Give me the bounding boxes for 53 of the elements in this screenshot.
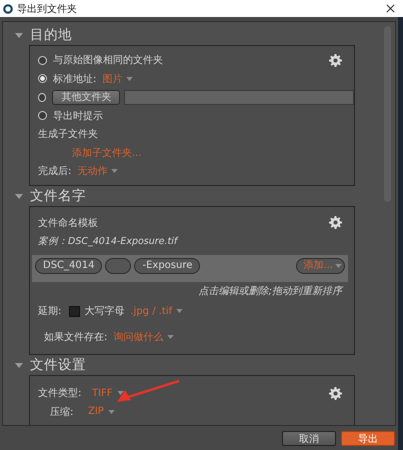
uppercase-label: 大写字母: [84, 304, 124, 318]
radio-button[interactable]: [38, 74, 47, 84]
app-icon: [3, 4, 13, 14]
caret-icon: [335, 264, 342, 268]
compression-label: 压缩:: [50, 406, 74, 419]
settings-icon[interactable]: [329, 387, 342, 400]
close-icon[interactable]: [386, 4, 395, 13]
name-token[interactable]: DSC_4014: [35, 258, 102, 274]
option-label: 与原始图像相同的文件夹: [53, 54, 163, 68]
caret-icon: [176, 309, 184, 314]
caret-icon: [167, 335, 174, 340]
add-subfolder-link[interactable]: 添加子文件夹...: [72, 146, 142, 160]
file-type-dropdown[interactable]: TIFF: [92, 388, 113, 399]
collapse-icon[interactable]: [15, 31, 23, 39]
compression-dropdown[interactable]: ZIP: [88, 406, 104, 418]
name-token[interactable]: [105, 258, 132, 274]
export-button[interactable]: 导出: [341, 430, 395, 446]
caret-icon: [116, 391, 124, 396]
exists-dropdown[interactable]: 询问做什么: [113, 330, 164, 344]
section-title: 文件名字: [30, 187, 86, 205]
example-text: 案例：DSC_4014-Exposure.tif: [38, 235, 178, 248]
section-title: 目的地: [30, 26, 72, 44]
caret-icon: [108, 410, 115, 414]
checkbox[interactable]: [69, 306, 80, 317]
radio-button[interactable]: [38, 56, 47, 65]
radio-button[interactable]: [38, 111, 47, 120]
template-label: 文件命名模板: [38, 216, 98, 230]
exists-label: 如果文件存在:: [44, 330, 108, 344]
option-label: 标准地址:: [53, 72, 96, 86]
cancel-button[interactable]: 取消: [282, 430, 336, 446]
subfolder-label: 生成子文件夹: [38, 128, 98, 142]
name-token[interactable]: -Exposure: [134, 258, 200, 274]
hint-text: 点击编辑或删除;拖动到重新排序: [198, 284, 344, 298]
collapse-icon[interactable]: [15, 192, 23, 200]
radio-button[interactable]: [38, 92, 46, 102]
caret-icon: [126, 76, 134, 81]
settings-icon[interactable]: [329, 216, 342, 229]
annotation-arrow: [115, 380, 181, 405]
extension-dropdown[interactable]: .jpg / .tif: [130, 306, 172, 317]
path-field[interactable]: [124, 90, 354, 105]
window-title: 导出到文件夹: [17, 2, 77, 16]
extension-label: 延期:: [38, 304, 62, 318]
collapse-icon[interactable]: [15, 361, 23, 369]
section-title: 文件设置: [30, 356, 86, 374]
other-folder-button[interactable]: 其他文件夹: [52, 90, 120, 105]
file-type-label: 文件类型:: [38, 386, 82, 400]
after-dropdown[interactable]: 无动作: [77, 164, 108, 178]
option-label: 导出时提示: [53, 110, 103, 123]
add-token-button[interactable]: 添加...: [296, 258, 345, 274]
caret-icon: [111, 169, 118, 174]
folder-dropdown[interactable]: 图片: [102, 72, 122, 86]
settings-icon[interactable]: [329, 54, 342, 67]
after-label: 完成后:: [38, 164, 72, 178]
